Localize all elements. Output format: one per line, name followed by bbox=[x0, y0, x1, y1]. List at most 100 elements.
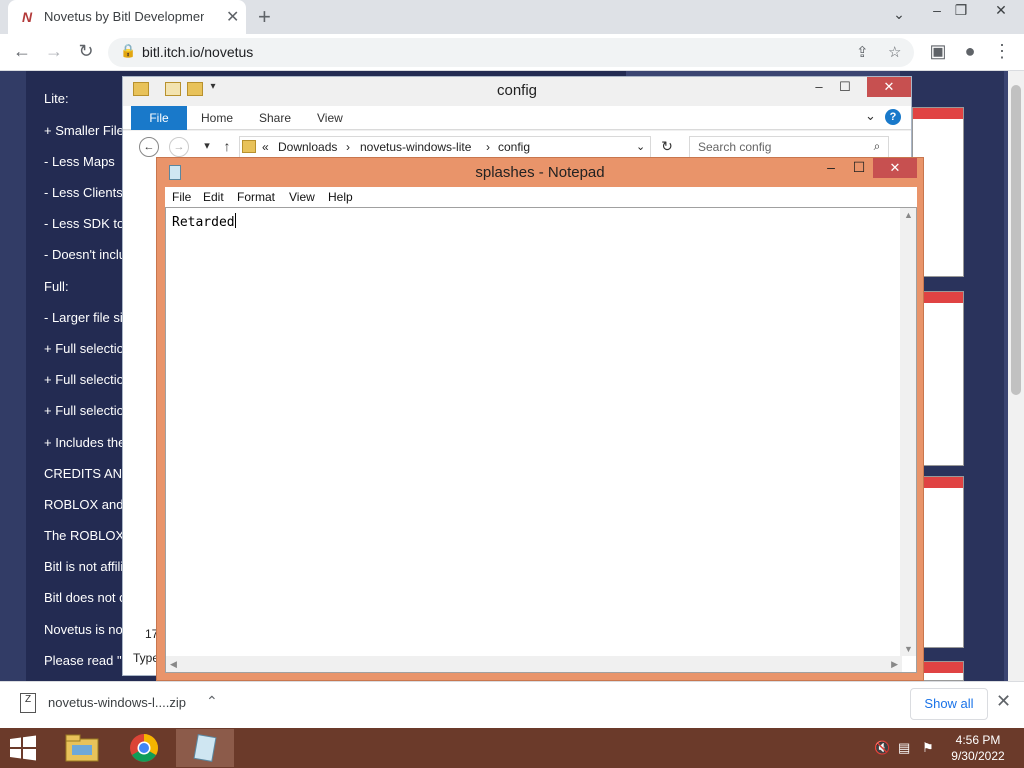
lock-icon[interactable]: 🔒 bbox=[120, 43, 136, 59]
ribbon-tab-home[interactable]: Home bbox=[201, 111, 233, 125]
ribbon-tab-view[interactable]: View bbox=[317, 111, 343, 125]
address-dropdown-icon[interactable]: ⌄ bbox=[636, 140, 645, 153]
zip-file-icon: Z bbox=[20, 693, 36, 713]
chrome-menu-icon[interactable]: ⋮ bbox=[990, 41, 1014, 62]
breadcrumb-separator-icon[interactable]: › bbox=[346, 140, 350, 154]
profile-avatar-icon[interactable]: ● bbox=[958, 41, 982, 62]
bookmark-star-icon[interactable]: ☆ bbox=[888, 43, 901, 61]
explorer-titlebar[interactable]: ▾ config – ☐ ✕ bbox=[123, 77, 911, 105]
notepad-maximize-icon[interactable]: ☐ bbox=[845, 159, 873, 176]
recent-locations-icon[interactable]: ▾ bbox=[197, 137, 217, 157]
explorer-minimize-icon[interactable]: – bbox=[805, 79, 833, 94]
action-center-flag-icon[interactable]: ⚑ bbox=[922, 740, 934, 756]
network-icon[interactable]: ▤ bbox=[898, 740, 910, 756]
ribbon-tab-file[interactable]: File bbox=[131, 106, 187, 130]
menu-edit[interactable]: Edit bbox=[203, 190, 224, 204]
notepad-titlebar[interactable]: splashes - Notepad – ☐ ✕ bbox=[157, 158, 923, 186]
breadcrumb-overflow[interactable]: « bbox=[262, 140, 269, 154]
clock-date[interactable]: 9/30/2022 bbox=[946, 749, 1010, 763]
explorer-forward-icon[interactable]: → bbox=[169, 137, 189, 157]
download-options-chevron-icon[interactable]: ⌃ bbox=[206, 693, 218, 710]
help-icon[interactable]: ? bbox=[885, 109, 901, 125]
explorer-refresh-icon[interactable]: ↻ bbox=[657, 137, 677, 157]
menu-view[interactable]: View bbox=[289, 190, 315, 204]
forward-arrow-icon[interactable]: → bbox=[42, 41, 66, 62]
search-magnifier-icon[interactable]: ⌕ bbox=[867, 137, 887, 157]
page-line: Bitl is not affili bbox=[44, 559, 124, 574]
menu-format[interactable]: Format bbox=[237, 190, 275, 204]
download-bar-close-icon[interactable]: ✕ bbox=[996, 691, 1011, 712]
page-line: Lite: bbox=[44, 91, 69, 106]
page-line: Full: bbox=[44, 279, 69, 294]
page-line: - Less Clients bbox=[44, 185, 123, 200]
notepad-window: splashes - Notepad – ☐ ✕ File Edit Forma… bbox=[156, 157, 924, 681]
notepad-horizontal-scrollbar[interactable]: ◀ ▶ bbox=[166, 656, 902, 672]
page-line: CREDITS AN bbox=[44, 466, 123, 481]
menu-file[interactable]: File bbox=[172, 190, 191, 204]
breadcrumb-config[interactable]: config bbox=[498, 140, 530, 154]
explorer-ribbon: File Home Share View ⌄ ? bbox=[123, 106, 911, 130]
explorer-navigation-pane bbox=[123, 163, 159, 675]
explorer-close-icon[interactable]: ✕ bbox=[867, 77, 911, 97]
volume-muted-icon[interactable]: 🔇 bbox=[874, 740, 890, 756]
address-bar[interactable]: 🔒 bitl.itch.io/novetus ⇪ ☆ bbox=[108, 38, 914, 67]
tab-search-chevron-icon[interactable]: ⌄ bbox=[884, 6, 914, 23]
page-line: Please read " bbox=[44, 653, 122, 668]
download-item[interactable]: novetus-windows-l....zip bbox=[48, 695, 186, 710]
notepad-title: splashes - Notepad bbox=[475, 164, 605, 181]
notepad-text: Retarded bbox=[172, 215, 235, 230]
explorer-search-input[interactable]: Search config bbox=[689, 136, 889, 158]
notepad-vertical-scrollbar[interactable]: ▲ ▼ bbox=[900, 208, 916, 656]
explorer-title: config bbox=[496, 82, 538, 99]
explorer-back-icon[interactable]: ← bbox=[139, 137, 159, 157]
notepad-minimize-icon[interactable]: – bbox=[817, 159, 845, 175]
address-folder-icon bbox=[242, 140, 256, 153]
notepad-text-area[interactable]: Retarded ▲ ▼ ◀ ▶ bbox=[165, 207, 917, 673]
breadcrumb-novetus-windows-lite[interactable]: novetus-windows-lite bbox=[360, 140, 471, 154]
notepad-menubar: File Edit Format View Help bbox=[165, 187, 917, 207]
breadcrumb-downloads[interactable]: Downloads bbox=[278, 140, 337, 154]
scrollbar-thumb[interactable] bbox=[1011, 85, 1021, 395]
browser-tab-strip: N Novetus by Bitl Development Stu ✕ + ⌄ … bbox=[0, 0, 1024, 34]
close-window-icon[interactable]: ✕ bbox=[986, 2, 1016, 19]
clock-time[interactable]: 4:56 PM bbox=[946, 733, 1010, 747]
browser-toolbar: ← → ↻ 🔒 bitl.itch.io/novetus ⇪ ☆ ▣ ● ⋮ bbox=[0, 34, 1024, 71]
page-line: + Full selectio bbox=[44, 403, 124, 418]
page-scrollbar[interactable] bbox=[1008, 71, 1024, 681]
windows-start-icon[interactable] bbox=[8, 735, 38, 761]
page-line: Novetus is no bbox=[44, 622, 123, 637]
reload-icon[interactable]: ↻ bbox=[74, 41, 98, 62]
download-bar: Z novetus-windows-l....zip ⌃ Show all ✕ bbox=[0, 681, 1024, 728]
tab-close-icon[interactable]: ✕ bbox=[226, 7, 239, 27]
explorer-address-bar[interactable]: « Downloads › novetus-windows-lite › con… bbox=[239, 136, 651, 158]
page-line: ROBLOX and bbox=[44, 497, 124, 512]
url-text: bitl.itch.io/novetus bbox=[142, 44, 254, 60]
scroll-down-icon[interactable]: ▼ bbox=[904, 644, 913, 654]
taskbar: 🔇 ▤ ⚑ 4:56 PM 9/30/2022 bbox=[0, 728, 1024, 768]
scroll-up-icon[interactable]: ▲ bbox=[904, 210, 913, 220]
page-line: - Less SDK to bbox=[44, 216, 125, 231]
menu-help[interactable]: Help bbox=[328, 190, 353, 204]
explorer-maximize-icon[interactable]: ☐ bbox=[831, 79, 859, 95]
file-explorer-taskbar-icon[interactable] bbox=[54, 729, 110, 767]
restore-icon[interactable]: ❐ bbox=[946, 2, 976, 19]
tab-title: Novetus by Bitl Development Stu bbox=[44, 9, 204, 24]
notepad-close-icon[interactable]: ✕ bbox=[873, 158, 917, 178]
chrome-taskbar-icon[interactable] bbox=[116, 729, 172, 767]
up-arrow-icon[interactable]: ↑ bbox=[217, 137, 237, 157]
notepad-taskbar-icon[interactable] bbox=[176, 729, 234, 767]
page-line: + Includes the bbox=[44, 435, 126, 450]
show-all-button[interactable]: Show all bbox=[910, 688, 988, 720]
ribbon-expand-chevron-icon[interactable]: ⌄ bbox=[865, 108, 876, 124]
breadcrumb-separator-icon[interactable]: › bbox=[486, 140, 490, 154]
back-arrow-icon[interactable]: ← bbox=[10, 41, 34, 62]
side-panel-icon[interactable]: ▣ bbox=[926, 41, 950, 62]
scroll-left-icon[interactable]: ◀ bbox=[170, 659, 177, 670]
ribbon-tab-share[interactable]: Share bbox=[259, 111, 291, 125]
new-tab-icon[interactable]: + bbox=[258, 4, 271, 30]
page-line: The ROBLOX bbox=[44, 528, 125, 543]
scroll-right-icon[interactable]: ▶ bbox=[891, 659, 898, 670]
browser-tab[interactable]: N Novetus by Bitl Development Stu ✕ bbox=[8, 0, 246, 34]
page-line: + Full selectio bbox=[44, 341, 124, 356]
share-icon[interactable]: ⇪ bbox=[856, 43, 869, 61]
